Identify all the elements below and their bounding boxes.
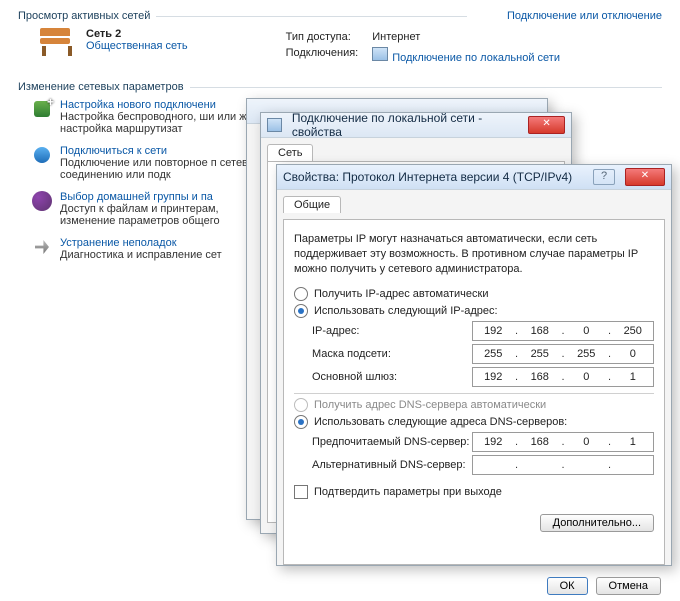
radio-auto-dns bbox=[294, 398, 308, 412]
mask-label: Маска подсети: bbox=[312, 348, 472, 360]
ok-button[interactable]: ОК bbox=[547, 577, 588, 595]
task-connect[interactable]: Подключиться к сети bbox=[60, 145, 272, 157]
network-name: Сеть 2 bbox=[86, 28, 188, 40]
dns1-input[interactable]: 192.168.0.1 bbox=[472, 432, 654, 452]
connect-disconnect-link[interactable]: Подключение или отключение bbox=[507, 10, 662, 22]
radio-auto-dns-label: Получить адрес DNS-сервера автоматически bbox=[314, 399, 546, 411]
monitor-icon bbox=[267, 118, 282, 132]
dialog-ipv4-properties: Свойства: Протокол Интернета версии 4 (T… bbox=[276, 164, 672, 566]
dns2-label: Альтернативный DNS-сервер: bbox=[312, 459, 472, 471]
dialog-title: Свойства: Протокол Интернета версии 4 (T… bbox=[283, 170, 572, 184]
section-active-networks: Просмотр активных сетей bbox=[18, 10, 150, 22]
homegroup-icon bbox=[32, 191, 52, 211]
cancel-button[interactable]: Отмена bbox=[596, 577, 661, 595]
gateway-input[interactable]: 192.168.0.1 bbox=[472, 367, 654, 387]
radio-use-ip[interactable] bbox=[294, 304, 308, 318]
monitor-icon bbox=[372, 47, 388, 61]
radio-use-dns-label: Использовать следующие адреса DNS-сервер… bbox=[314, 416, 567, 428]
dialog-title: Подключение по локальной сети - свойства bbox=[292, 111, 516, 139]
dns1-label: Предпочитаемый DNS-сервер: bbox=[312, 436, 472, 448]
help-text: Параметры IP могут назначаться автоматич… bbox=[294, 232, 654, 277]
divider bbox=[190, 87, 662, 88]
radio-auto-ip[interactable] bbox=[294, 287, 308, 301]
task-troubleshoot[interactable]: Устранение неполадок bbox=[60, 237, 222, 249]
local-connection-link[interactable]: Подключение по локальной сети bbox=[392, 52, 560, 64]
mask-input[interactable]: 255.255.255.0 bbox=[472, 344, 654, 364]
connect-network-icon bbox=[32, 145, 52, 165]
ip-label: IP-адрес: bbox=[312, 325, 472, 337]
network-details: Тип доступа: Интернет Подключения: Подкл… bbox=[278, 28, 568, 67]
new-connection-icon bbox=[32, 99, 52, 119]
network-type-link[interactable]: Общественная сеть bbox=[86, 40, 188, 52]
troubleshoot-icon bbox=[32, 237, 52, 257]
close-icon[interactable]: ✕ bbox=[625, 168, 665, 186]
dns2-input[interactable]: ... bbox=[472, 455, 654, 475]
gateway-label: Основной шлюз: bbox=[312, 371, 472, 383]
section-change-params: Изменение сетевых параметров bbox=[18, 81, 184, 93]
task-desc: Настройка беспроводного, ши или же настр… bbox=[60, 111, 272, 135]
ip-input[interactable]: 192.168.0.250 bbox=[472, 321, 654, 341]
radio-auto-ip-label: Получить IP-адрес автоматически bbox=[314, 288, 488, 300]
radio-use-dns[interactable] bbox=[294, 415, 308, 429]
radio-use-ip-label: Использовать следующий IP-адрес: bbox=[314, 305, 498, 317]
advanced-button[interactable]: Дополнительно... bbox=[540, 514, 654, 532]
confirm-label: Подтвердить параметры при выходе bbox=[314, 486, 502, 498]
task-homegroup[interactable]: Выбор домашней группы и па bbox=[60, 191, 272, 203]
tab-network[interactable]: Сеть bbox=[267, 144, 313, 161]
task-new-connection[interactable]: Настройка нового подключени bbox=[60, 99, 272, 111]
confirm-checkbox[interactable] bbox=[294, 485, 308, 499]
divider bbox=[156, 16, 467, 17]
tab-general[interactable]: Общие bbox=[283, 196, 341, 213]
help-icon[interactable]: ? bbox=[593, 169, 615, 185]
task-desc: Подключение или повторное п сетевому сое… bbox=[60, 157, 272, 181]
task-desc: Доступ к файлам и принтерам, изменение п… bbox=[60, 203, 272, 227]
bench-icon bbox=[38, 28, 76, 56]
task-desc: Диагностика и исправление сет bbox=[60, 249, 222, 261]
close-icon[interactable]: ✕ bbox=[528, 116, 565, 134]
